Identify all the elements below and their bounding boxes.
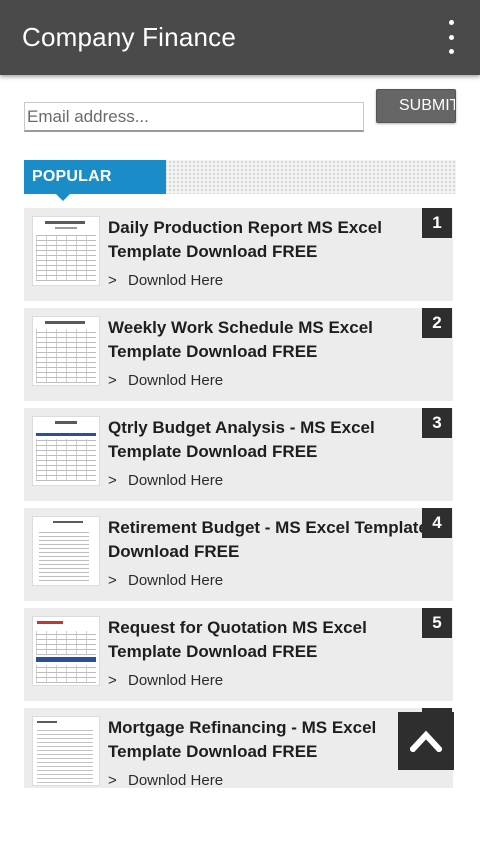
post-thumbnail[interactable] [32, 416, 100, 486]
submit-button[interactable]: SUBMIT [376, 89, 456, 123]
chevron-right-icon: > [108, 272, 117, 289]
rank-badge: 3 [422, 408, 452, 438]
post-title[interactable]: Weekly Work Schedule MS Excel Template D… [108, 316, 428, 364]
post-item[interactable]: Qtrly Budget Analysis - MS Excel Templat… [24, 408, 453, 501]
post-title[interactable]: Daily Production Report MS Excel Templat… [108, 216, 428, 264]
rank-badge: 1 [422, 208, 452, 238]
download-link-label[interactable]: Downlod Here [128, 272, 223, 289]
download-link-label[interactable]: Downlod Here [128, 772, 223, 788]
chevron-up-icon [410, 730, 442, 752]
post-thumbnail[interactable] [32, 216, 100, 286]
rank-badge: 5 [422, 608, 452, 638]
chevron-right-icon: > [108, 372, 117, 389]
download-link-label[interactable]: Downlod Here [128, 672, 223, 689]
download-link-label[interactable]: Downlod Here [128, 472, 223, 489]
chevron-right-icon: > [108, 772, 117, 788]
rank-badge: 2 [422, 308, 452, 338]
post-thumbnail[interactable] [32, 716, 100, 786]
more-vertical-icon[interactable] [440, 20, 462, 54]
popular-posts-list: Daily Production Report MS Excel Templat… [24, 208, 453, 788]
download-link[interactable]: > Downlod Here [108, 371, 223, 391]
post-item[interactable]: Mortgage Refinancing - MS Excel Template… [24, 708, 453, 788]
download-link[interactable]: > Downlod Here [108, 271, 223, 291]
download-link[interactable]: > Downlod Here [108, 471, 223, 491]
scroll-to-top-button[interactable] [398, 712, 454, 770]
app-bar: Company Finance [0, 0, 480, 75]
post-item[interactable]: Daily Production Report MS Excel Templat… [24, 208, 453, 301]
post-item[interactable]: Weekly Work Schedule MS Excel Template D… [24, 308, 453, 401]
download-link[interactable]: > Downlod Here [108, 571, 223, 591]
post-title[interactable]: Retirement Budget - MS Excel Template Do… [108, 516, 438, 564]
post-title[interactable]: Qtrly Budget Analysis - MS Excel Templat… [108, 416, 428, 464]
popular-posts-title: POPULAR POSTS [24, 160, 166, 219]
post-thumbnail[interactable] [32, 316, 100, 386]
post-thumbnail[interactable] [32, 616, 100, 686]
post-item[interactable]: Request for Quotation MS Excel Template … [24, 608, 453, 701]
popular-posts-header: POPULAR POSTS [24, 160, 456, 219]
email-field[interactable] [24, 102, 364, 132]
app-title: Company Finance [22, 22, 236, 52]
chevron-right-icon: > [108, 672, 117, 689]
download-link-label[interactable]: Downlod Here [128, 572, 223, 589]
post-item[interactable]: Retirement Budget - MS Excel Template Do… [24, 508, 453, 601]
rank-badge: 4 [422, 508, 452, 538]
post-title[interactable]: Request for Quotation MS Excel Template … [108, 616, 428, 664]
download-link[interactable]: > Downlod Here [108, 771, 223, 788]
post-title[interactable]: Mortgage Refinancing - MS Excel Template… [108, 716, 428, 764]
post-thumbnail[interactable] [32, 516, 100, 586]
chevron-right-icon: > [108, 472, 117, 489]
download-link[interactable]: > Downlod Here [108, 671, 223, 691]
chevron-right-icon: > [108, 572, 117, 589]
download-link-label[interactable]: Downlod Here [128, 372, 223, 389]
